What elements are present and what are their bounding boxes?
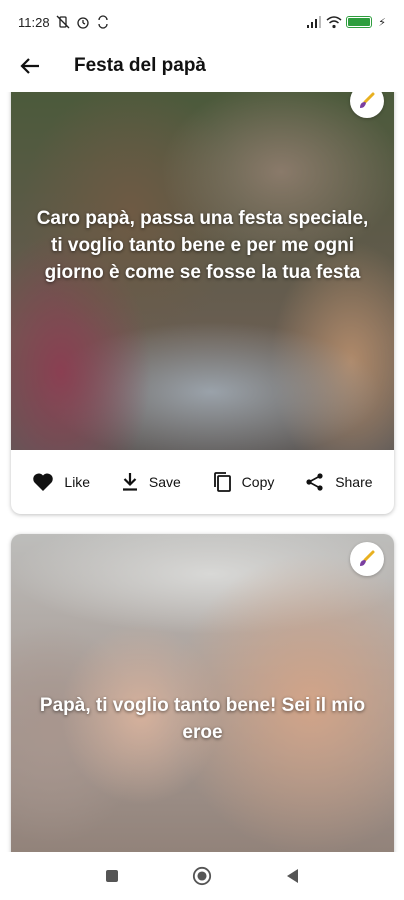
alarm-icon — [76, 15, 90, 29]
download-icon — [122, 473, 137, 491]
copy-label: Copy — [241, 474, 275, 490]
like-label: Like — [64, 474, 91, 490]
share-label: Share — [335, 474, 373, 490]
vibrate-off-icon — [56, 15, 70, 29]
card-actions: Like Save Copy Share — [11, 450, 394, 514]
share-button[interactable]: Share — [305, 472, 373, 492]
quote-text: Caro papà, passa una festa speciale, ti … — [36, 208, 369, 283]
status-bar: 11:28 ⚡ — [0, 0, 404, 44]
copy-icon — [213, 472, 231, 492]
home-circle-icon — [192, 866, 212, 886]
quote-card: Caro papà, passa una festa speciale, ti … — [11, 92, 394, 514]
battery-icon — [346, 16, 373, 28]
copy-button[interactable]: Copy — [212, 471, 275, 493]
quotes-feed[interactable]: Caro papà, passa una festa speciale, ti … — [0, 92, 404, 852]
share-icon — [306, 473, 323, 491]
home-button[interactable] — [192, 866, 212, 886]
system-nav-bar — [0, 852, 404, 900]
brush-icon — [360, 550, 375, 566]
back-triangle-icon — [287, 869, 298, 883]
signal-icon — [306, 15, 322, 29]
quote-card: Papà, ti voglio tanto bene! Sei il mio e… — [11, 534, 394, 852]
status-left: 11:28 — [18, 15, 110, 30]
like-button[interactable]: Like — [32, 472, 90, 492]
brush-icon — [360, 92, 375, 108]
quote-text: Papà, ti voglio tanto bene! Sei il mio e… — [39, 695, 366, 743]
recents-button[interactable] — [102, 866, 122, 886]
status-time: 11:28 — [18, 14, 50, 30]
back-nav-button[interactable] — [282, 866, 302, 886]
charging-icon: ⚡ — [378, 16, 386, 29]
sync-icon — [96, 15, 110, 29]
save-button[interactable]: Save — [121, 472, 181, 492]
status-right: ⚡ — [306, 15, 386, 29]
recents-square-icon — [106, 870, 118, 882]
back-button[interactable] — [18, 54, 42, 78]
app-bar: Festa del papà — [0, 44, 404, 88]
heart-icon — [33, 473, 54, 491]
page-title: Festa del papà — [74, 55, 206, 76]
quote-image[interactable]: Papà, ti voglio tanto bene! Sei il mio e… — [11, 534, 394, 852]
wifi-icon — [326, 15, 342, 29]
arrow-left-icon — [20, 58, 39, 74]
save-label: Save — [148, 474, 181, 490]
edit-badge-button[interactable] — [350, 92, 384, 118]
quote-image[interactable]: Caro papà, passa una festa speciale, ti … — [11, 92, 394, 450]
edit-badge-button[interactable] — [350, 542, 384, 576]
